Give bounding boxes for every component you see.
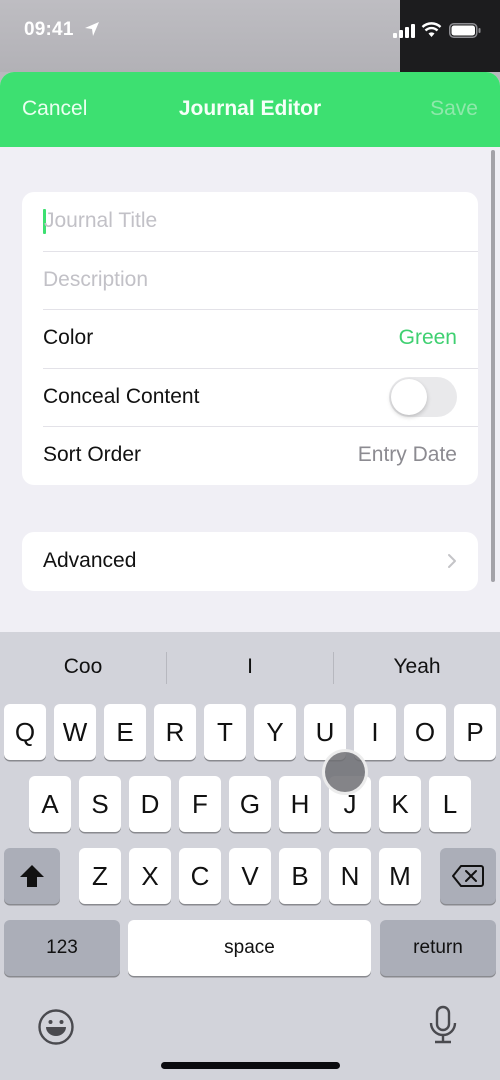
advanced-row[interactable]: Advanced: [22, 532, 478, 591]
key-d[interactable]: D: [129, 776, 171, 832]
suggestion-3[interactable]: Yeah: [334, 632, 500, 702]
emoji-icon[interactable]: [37, 1008, 75, 1046]
key-m[interactable]: M: [379, 848, 421, 904]
key-x[interactable]: X: [129, 848, 171, 904]
key-v[interactable]: V: [229, 848, 271, 904]
conceal-content-row: Conceal Content: [22, 367, 478, 427]
delete-key[interactable]: [440, 848, 496, 904]
key-o[interactable]: O: [404, 704, 446, 760]
advanced-group: Advanced: [22, 532, 478, 591]
sort-order-label: Sort Order: [43, 443, 142, 467]
key-y[interactable]: Y: [254, 704, 296, 760]
keyboard: Coo I Yeah QWERTYUIOP ASDFGHJKL ZXCVBNM …: [0, 632, 500, 1080]
status-time: 09:41: [24, 19, 74, 40]
key-t[interactable]: T: [204, 704, 246, 760]
color-label: Color: [43, 326, 94, 350]
journal-settings-group: Journal Title Description Color Green Co…: [22, 192, 478, 485]
key-z[interactable]: Z: [79, 848, 121, 904]
backspace-icon: [452, 865, 484, 887]
suggestion-1[interactable]: Coo: [0, 632, 166, 702]
location-arrow-icon: [85, 22, 99, 36]
scrollbar[interactable]: [491, 150, 495, 582]
color-row[interactable]: Color Green: [22, 309, 478, 368]
toggle-knob: [391, 378, 427, 415]
save-button[interactable]: Save: [430, 97, 478, 121]
color-value: Green: [398, 326, 457, 350]
description-placeholder: Description: [43, 267, 149, 291]
cellular-signal-icon: [393, 24, 415, 38]
key-i[interactable]: I: [354, 704, 396, 760]
journal-title-field[interactable]: Journal Title: [22, 192, 478, 251]
status-bar: 09:41: [0, 0, 500, 72]
journal-editor-sheet: Cancel Journal Editor Save Journal Title…: [0, 72, 500, 1080]
nav-bar: Cancel Journal Editor Save: [0, 72, 500, 147]
key-s[interactable]: S: [79, 776, 121, 832]
suggestion-2[interactable]: I: [167, 632, 333, 702]
key-h[interactable]: H: [279, 776, 321, 832]
description-field[interactable]: Description: [22, 250, 478, 310]
shift-arrow-icon: [20, 865, 44, 887]
return-key[interactable]: return: [380, 920, 496, 976]
key-b[interactable]: B: [279, 848, 321, 904]
wifi-icon: [421, 22, 442, 37]
journal-title-placeholder: Journal Title: [44, 209, 158, 233]
key-l[interactable]: L: [429, 776, 471, 832]
microphone-icon[interactable]: [428, 1005, 458, 1045]
key-e[interactable]: E: [104, 704, 146, 760]
key-k[interactable]: K: [379, 776, 421, 832]
key-w[interactable]: W: [54, 704, 96, 760]
space-key[interactable]: space: [128, 920, 371, 976]
conceal-content-label: Conceal Content: [43, 384, 200, 408]
key-c[interactable]: C: [179, 848, 221, 904]
key-a[interactable]: A: [29, 776, 71, 832]
numbers-key[interactable]: 123: [4, 920, 120, 976]
key-r[interactable]: R: [154, 704, 196, 760]
home-indicator[interactable]: [161, 1062, 340, 1069]
sort-order-value: Entry Date: [357, 443, 457, 467]
touch-indicator: [322, 749, 368, 795]
key-q[interactable]: Q: [4, 704, 46, 760]
chevron-right-icon: [448, 554, 456, 569]
battery-icon: [449, 23, 481, 38]
advanced-label: Advanced: [43, 549, 137, 573]
key-n[interactable]: N: [329, 848, 371, 904]
key-g[interactable]: G: [229, 776, 271, 832]
key-p[interactable]: P: [454, 704, 496, 760]
conceal-content-toggle[interactable]: [389, 376, 457, 417]
key-f[interactable]: F: [179, 776, 221, 832]
shift-key[interactable]: [4, 848, 60, 904]
sort-order-row[interactable]: Sort Order Entry Date: [22, 426, 478, 485]
cancel-button[interactable]: Cancel: [22, 97, 87, 121]
